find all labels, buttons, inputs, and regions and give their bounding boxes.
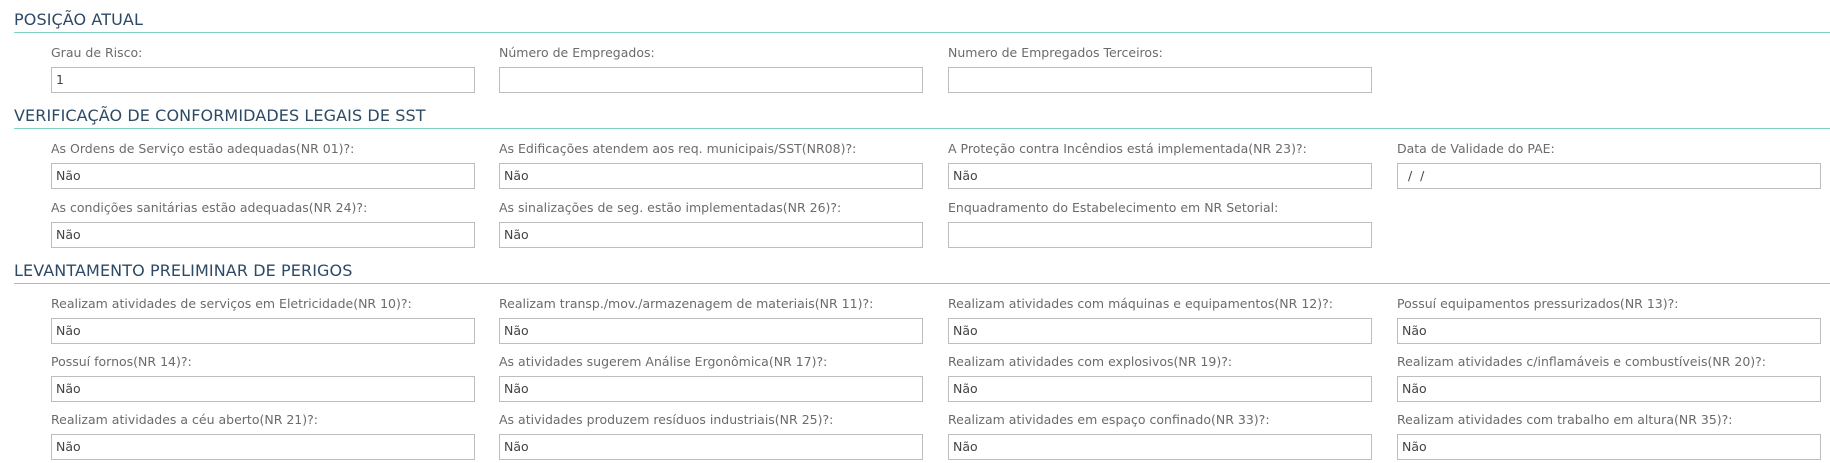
numero-empregados-terceiros-input[interactable] [948, 67, 1372, 93]
field-label: Realizam atividades de serviços em Eletr… [51, 296, 412, 311]
nr12-select[interactable]: Não [948, 318, 1372, 344]
field-label: As Edificações atendem aos req. municipa… [499, 141, 857, 156]
field-label: Realizam transp./mov./armazenagem de mat… [499, 296, 874, 311]
field-label: Realizam atividades em espaço confinado(… [948, 412, 1270, 427]
section-divider [14, 32, 1830, 33]
section-title-perigos: LEVANTAMENTO PRELIMINAR DE PERIGOS [14, 261, 353, 280]
field-label: As Ordens de Serviço estão adequadas(NR … [51, 141, 355, 156]
nr01-select[interactable]: Não [51, 163, 475, 189]
field-nr24: As condições sanitárias estão adequadas(… [51, 200, 475, 248]
field-nr12: Realizam atividades com máquinas e equip… [948, 296, 1372, 344]
field-nr10: Realizam atividades de serviços em Eletr… [51, 296, 475, 344]
field-label: As atividades sugerem Análise Ergonômica… [499, 354, 828, 369]
nr24-select[interactable]: Não [51, 222, 475, 248]
field-nr19: Realizam atividades com explosivos(NR 19… [948, 354, 1372, 402]
field-label: As sinalizações de seg. estão implementa… [499, 200, 842, 215]
field-numero-empregados: Número de Empregados: [499, 45, 923, 93]
field-label: Numero de Empregados Terceiros: [948, 45, 1163, 60]
nr35-select[interactable]: Não [1397, 434, 1821, 460]
nr23-select[interactable]: Não [948, 163, 1372, 189]
field-nr25: As atividades produzem resíduos industri… [499, 412, 923, 460]
field-label: Grau de Risco: [51, 45, 143, 60]
nr13-select[interactable]: Não [1397, 318, 1821, 344]
field-label: Possuí fornos(NR 14)?: [51, 354, 192, 369]
data-validade-pae-input[interactable]: / / [1397, 163, 1821, 189]
field-label: As atividades produzem resíduos industri… [499, 412, 834, 427]
section-title-conformidades: VERIFICAÇÃO DE CONFORMIDADES LEGAIS DE S… [14, 106, 426, 125]
field-nr-setorial: Enquadramento do Estabelecimento em NR S… [948, 200, 1372, 248]
field-label: A Proteção contra Incêndios está impleme… [948, 141, 1307, 156]
field-nr21: Realizam atividades a céu aberto(NR 21)?… [51, 412, 475, 460]
nr20-select[interactable]: Não [1397, 376, 1821, 402]
nr19-select[interactable]: Não [948, 376, 1372, 402]
field-label: Realizam atividades c/inflamáveis e comb… [1397, 354, 1766, 369]
field-nr11: Realizam transp./mov./armazenagem de mat… [499, 296, 923, 344]
nr11-select[interactable]: Não [499, 318, 923, 344]
nr14-select[interactable]: Não [51, 376, 475, 402]
field-data-validade-pae: Data de Validade do PAE: / / [1397, 141, 1821, 189]
field-label: Número de Empregados: [499, 45, 655, 60]
field-label: Enquadramento do Estabelecimento em NR S… [948, 200, 1279, 215]
nr33-select[interactable]: Não [948, 434, 1372, 460]
field-nr26: As sinalizações de seg. estão implementa… [499, 200, 923, 248]
field-nr01: As Ordens de Serviço estão adequadas(NR … [51, 141, 475, 189]
numero-empregados-input[interactable] [499, 67, 923, 93]
field-label: Data de Validade do PAE: [1397, 141, 1555, 156]
nr26-select[interactable]: Não [499, 222, 923, 248]
field-label: As condições sanitárias estão adequadas(… [51, 200, 368, 215]
field-nr33: Realizam atividades em espaço confinado(… [948, 412, 1372, 460]
field-nr23: A Proteção contra Incêndios está impleme… [948, 141, 1372, 189]
section-divider [14, 283, 1830, 284]
field-label: Realizam atividades com explosivos(NR 19… [948, 354, 1233, 369]
field-nr13: Possuí equipamentos pressurizados(NR 13)… [1397, 296, 1821, 344]
grau-de-risco-input[interactable]: 1 [51, 67, 475, 93]
form-page: POSIÇÃO ATUAL Grau de Risco: 1 Número de… [0, 0, 1830, 463]
field-nr08: As Edificações atendem aos req. municipa… [499, 141, 923, 189]
nr-setorial-input[interactable] [948, 222, 1372, 248]
nr21-select[interactable]: Não [51, 434, 475, 460]
field-nr20: Realizam atividades c/inflamáveis e comb… [1397, 354, 1821, 402]
field-numero-empregados-terceiros: Numero de Empregados Terceiros: [948, 45, 1372, 93]
nr17-select[interactable]: Não [499, 376, 923, 402]
field-nr35: Realizam atividades com trabalho em altu… [1397, 412, 1821, 460]
section-title-posicao-atual: POSIÇÃO ATUAL [14, 10, 143, 29]
field-label: Realizam atividades com máquinas e equip… [948, 296, 1333, 311]
nr10-select[interactable]: Não [51, 318, 475, 344]
section-divider [14, 128, 1830, 129]
field-label: Realizam atividades com trabalho em altu… [1397, 412, 1733, 427]
nr25-select[interactable]: Não [499, 434, 923, 460]
field-label: Possuí equipamentos pressurizados(NR 13)… [1397, 296, 1679, 311]
field-nr14: Possuí fornos(NR 14)?: Não [51, 354, 475, 402]
nr08-select[interactable]: Não [499, 163, 923, 189]
field-nr17: As atividades sugerem Análise Ergonômica… [499, 354, 923, 402]
field-label: Realizam atividades a céu aberto(NR 21)?… [51, 412, 318, 427]
field-grau-de-risco: Grau de Risco: 1 [51, 45, 475, 93]
